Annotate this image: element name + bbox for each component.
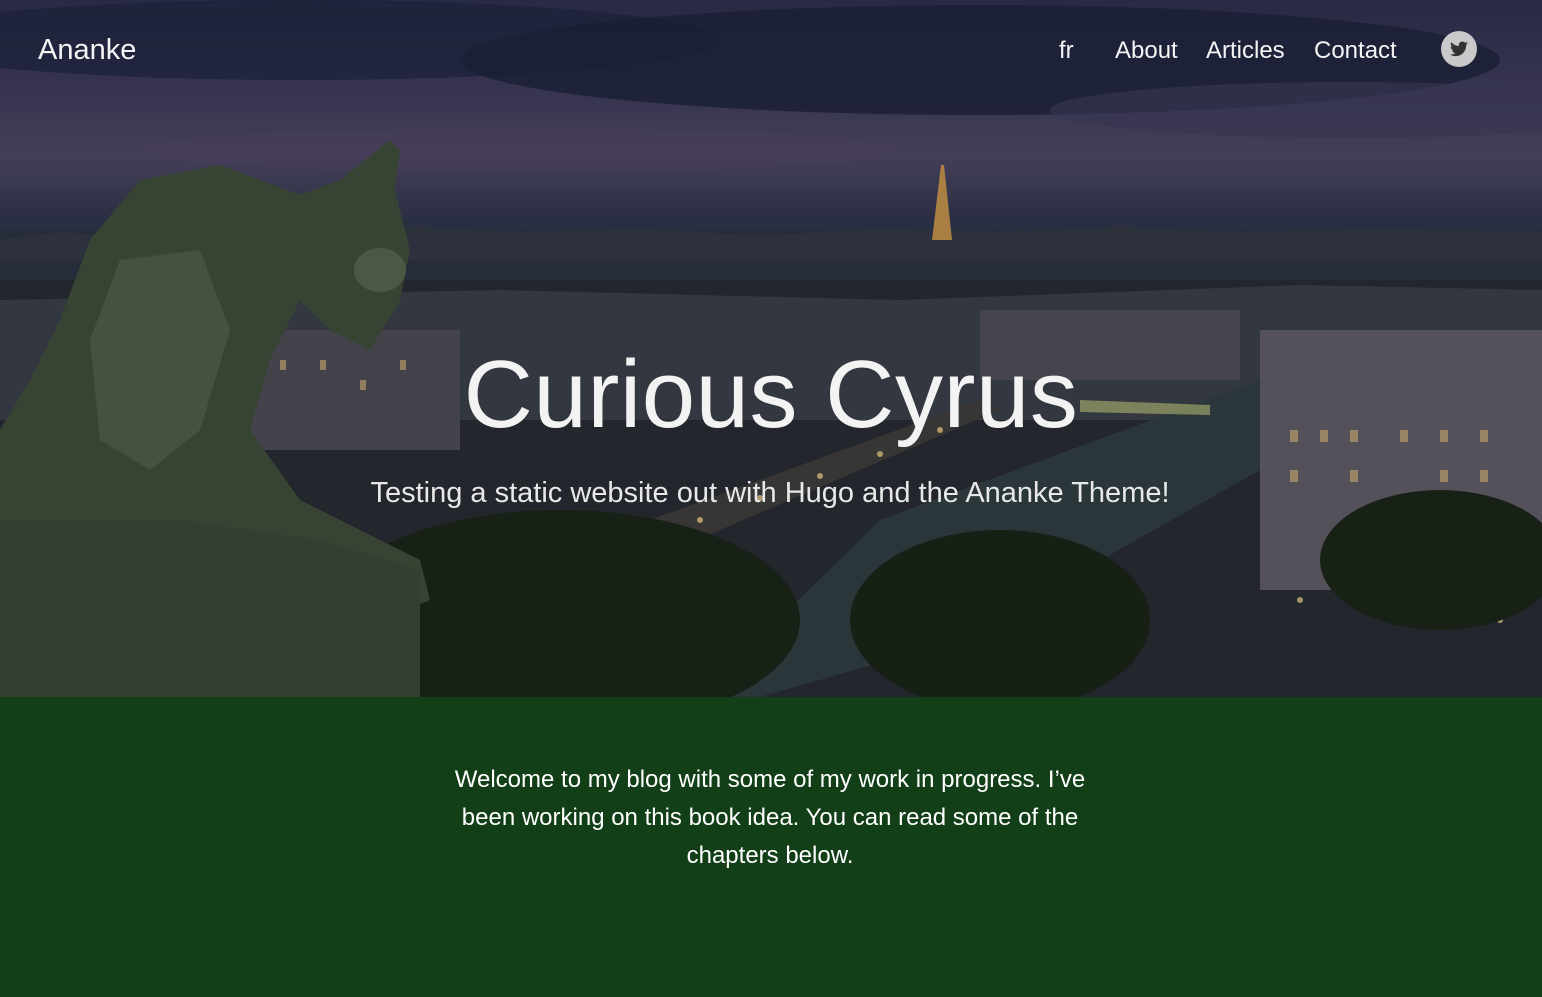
nav-item-contact[interactable]: Contact	[1314, 37, 1397, 65]
twitter-icon	[1450, 41, 1468, 57]
twitter-link[interactable]	[1441, 31, 1477, 67]
main-content: Welcome to my blog with some of my work …	[0, 697, 1542, 997]
hero-subtitle: Testing a static website out with Hugo a…	[370, 477, 1170, 509]
top-navigation: Ananke fr About Articles Contact	[0, 0, 1542, 100]
nav-item-fr[interactable]: fr	[1059, 37, 1074, 65]
nav-item-about[interactable]: About	[1115, 37, 1178, 65]
site-logo[interactable]: Ananke	[38, 34, 136, 67]
intro-paragraph: Welcome to my blog with some of my work …	[454, 766, 1086, 869]
nav-item-articles[interactable]: Articles	[1206, 37, 1285, 65]
hero-banner: Ananke fr About Articles Contact Curious…	[0, 0, 1542, 697]
hero-title: Curious Cyrus	[463, 341, 1079, 448]
